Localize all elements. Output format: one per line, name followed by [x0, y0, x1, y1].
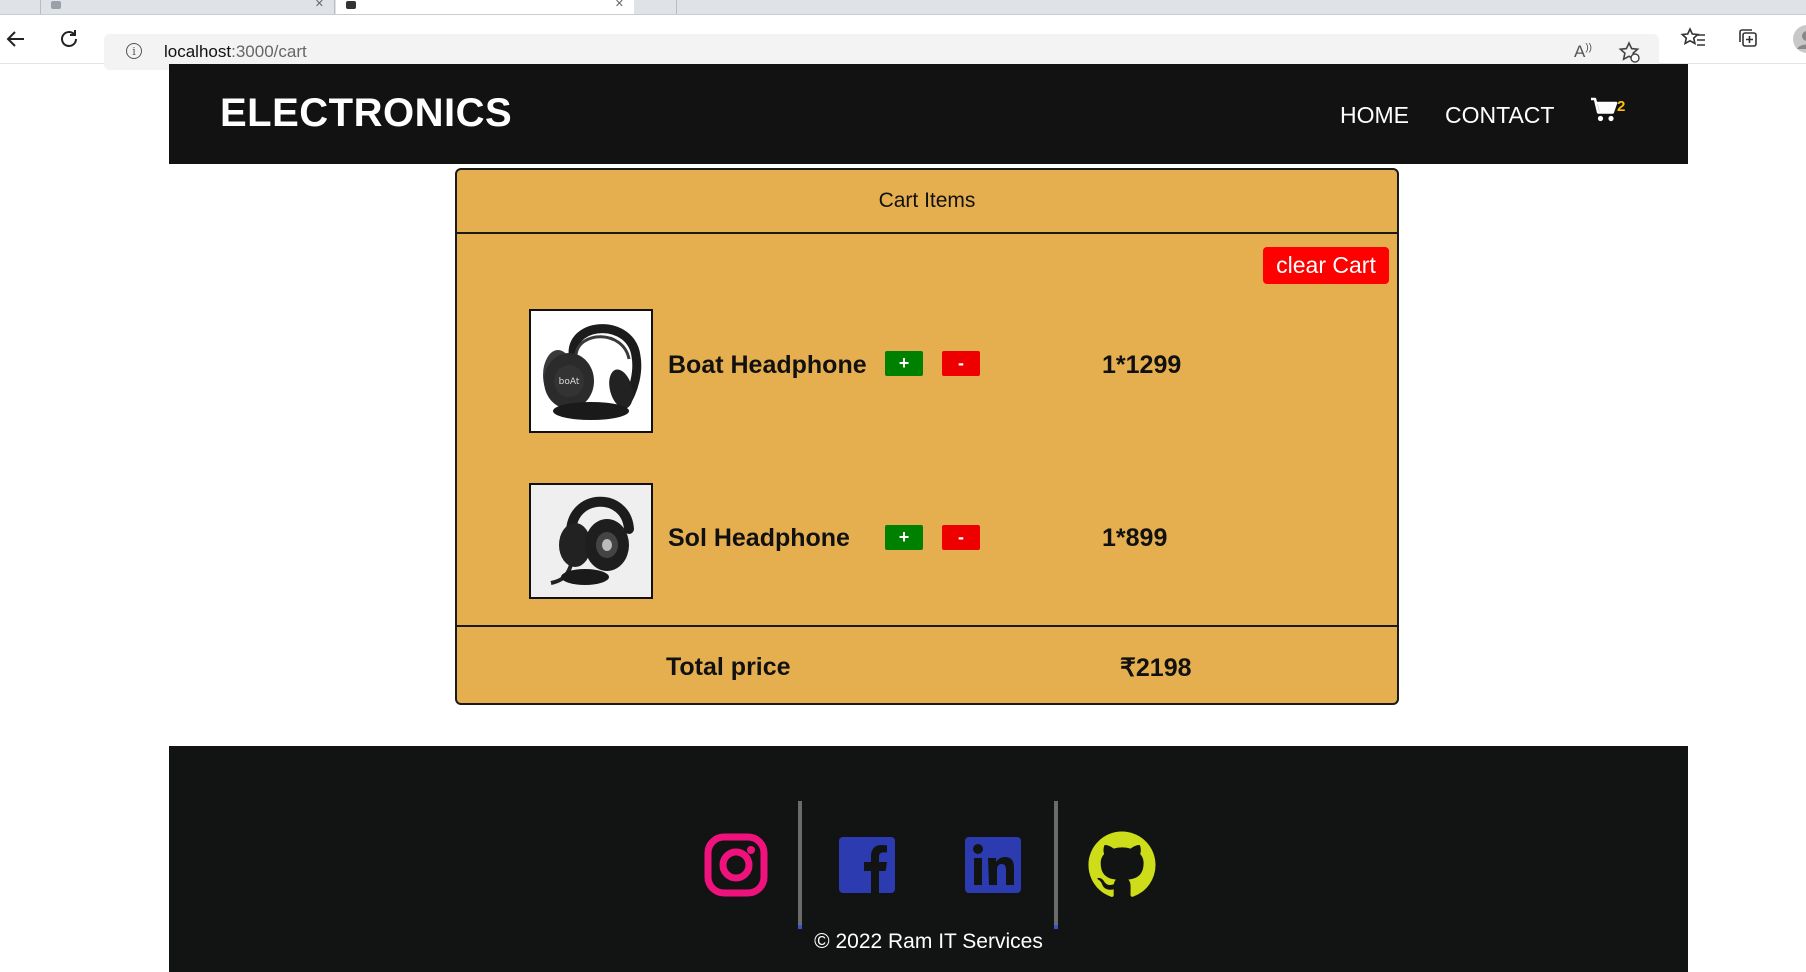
brand-logo[interactable]: ELECTRONICS — [220, 91, 512, 136]
collections-icon[interactable] — [1736, 26, 1760, 55]
clear-cart-button[interactable]: clear Cart — [1263, 247, 1389, 284]
read-aloud-icon[interactable]: A)) — [1574, 42, 1592, 62]
cart-icon[interactable] — [1590, 97, 1618, 128]
github-icon[interactable] — [1087, 830, 1157, 900]
browser-tab-strip: ✕ ✕ — [0, 0, 1806, 15]
new-tab-button[interactable] — [636, 0, 677, 14]
address-url: localhost:3000/cart — [164, 42, 307, 61]
cart-count-badge: 2 — [1617, 98, 1626, 115]
product-price: 1*1299 — [1102, 351, 1182, 379]
decrease-quantity-button[interactable]: - — [942, 351, 980, 376]
tab-favicon-icon — [346, 1, 356, 9]
total-price-label: Total price — [666, 653, 791, 681]
refresh-icon[interactable] — [57, 27, 81, 56]
increase-quantity-button[interactable]: + — [885, 351, 923, 376]
linkedin-icon[interactable] — [960, 832, 1026, 898]
site-footer: © 2022 Ram IT Services — [169, 746, 1688, 972]
nav-contact-link[interactable]: CONTACT — [1445, 102, 1554, 129]
site-info-icon[interactable]: i — [126, 43, 142, 59]
tab-favicon-icon — [51, 1, 61, 9]
site-navbar: ELECTRONICS HOME CONTACT 2 — [169, 64, 1688, 164]
browser-tab-active[interactable]: ✕ — [336, 0, 634, 14]
favorites-icon[interactable] — [1680, 26, 1706, 55]
cart-item: Sol Headphone + - 1*899 — [457, 483, 1397, 613]
footer-divider — [798, 801, 802, 929]
browser-tab[interactable] — [0, 0, 41, 14]
profile-avatar[interactable] — [1792, 24, 1806, 59]
product-name: Boat Headphone — [668, 351, 867, 379]
product-name: Sol Headphone — [668, 524, 850, 552]
product-image: boAt — [529, 309, 653, 433]
cart-total-row: Total price ₹2198 — [457, 625, 1397, 703]
browser-toolbar: i localhost:3000/cart A)) — [0, 15, 1806, 70]
total-price-value: ₹2198 — [1120, 654, 1192, 682]
copyright-text: © 2022 Ram IT Services — [814, 930, 1043, 953]
product-image — [529, 483, 653, 599]
decrease-quantity-button[interactable]: - — [942, 525, 980, 550]
increase-quantity-button[interactable]: + — [885, 525, 923, 550]
tab-close-icon[interactable]: ✕ — [615, 0, 624, 10]
boat-logo-text: boAt — [559, 377, 580, 387]
facebook-icon[interactable] — [834, 832, 900, 898]
tab-close-icon[interactable]: ✕ — [315, 0, 324, 10]
cart-title: Cart Items — [457, 170, 1397, 234]
footer-divider — [1054, 801, 1058, 929]
product-price: 1*899 — [1102, 524, 1168, 552]
instagram-icon[interactable] — [703, 832, 769, 898]
back-arrow-icon[interactable] — [4, 27, 28, 56]
browser-tab[interactable]: ✕ — [41, 0, 335, 14]
nav-home-link[interactable]: HOME — [1340, 102, 1409, 129]
cart-item: boAt Boat Headphone + - 1*1299 — [457, 309, 1397, 439]
cart-card: Cart Items clear Cart boAt Boat Headphon… — [455, 168, 1399, 705]
